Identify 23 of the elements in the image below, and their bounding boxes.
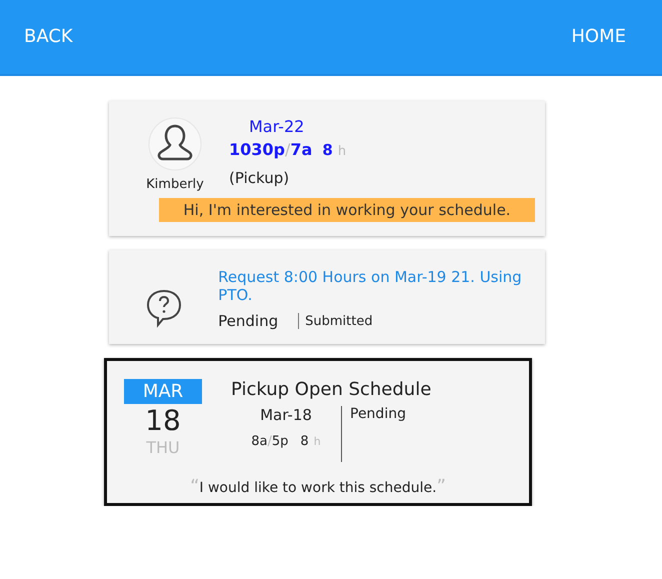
weekday-label: THU	[146, 438, 180, 457]
question-bubble-icon	[144, 288, 183, 328]
request-card[interactable]: Request 8:00 Hours on Mar-19 21. Using PTO. Pending Submitted	[109, 250, 545, 344]
schedule-title: Pickup Open Schedule	[231, 379, 432, 400]
shift-time: 1030p/7a	[229, 140, 312, 159]
request-text: Request 8:00 Hours on Mar-19 21. Using PTO.	[218, 268, 523, 304]
person-icon	[148, 117, 202, 171]
schedule-time: 8a/5p	[251, 433, 288, 449]
shift-date: Mar-22	[249, 117, 306, 136]
request-substatus: Submitted	[305, 314, 373, 328]
message-banner: Hi, I'm interested in working your schedule.	[159, 198, 535, 222]
shift-card[interactable]: Kimberly Mar-22 1030p/7a 8 h (Pickup) Hi, I'm interested in working your schedule.	[109, 101, 545, 236]
comment-text: “I would like to work this schedule.”	[189, 476, 447, 497]
open-schedule-card[interactable]: MAR 18 THU Pickup Open Schedule Mar-18 8a/5p 8 h Pending “I would like to work this schedule.”	[104, 358, 532, 506]
shift-type: (Pickup)	[229, 169, 290, 187]
day-number: 18	[145, 404, 181, 438]
person-name: Kimberly	[146, 177, 204, 192]
schedule-date: Mar-18	[260, 406, 312, 424]
schedule-hours: 8 h	[300, 433, 321, 449]
shift-hours: 8 h	[322, 140, 346, 159]
request-status: Pending	[218, 312, 278, 330]
month-label: MAR	[124, 379, 202, 404]
schedule-status: Pending	[350, 406, 406, 424]
